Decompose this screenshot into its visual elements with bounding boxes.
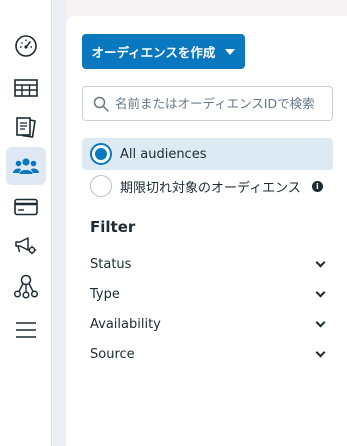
radio-expired-audiences[interactable] — [90, 175, 112, 197]
nav-pages[interactable] — [6, 108, 46, 146]
chevron-down-icon — [315, 287, 326, 297]
option-all-audiences-label: All audiences — [120, 146, 207, 162]
nav-ads-settings[interactable] — [6, 227, 46, 265]
top-strip — [66, 0, 347, 16]
filter-heading: Filter — [90, 218, 136, 236]
info-icon[interactable]: i — [311, 180, 323, 192]
nav-network[interactable] — [6, 267, 46, 305]
filter-row-source[interactable]: Source — [90, 343, 328, 365]
nav-more[interactable] — [6, 311, 46, 349]
nav-audiences[interactable] — [6, 147, 46, 185]
nav-dashboard[interactable] — [6, 27, 46, 65]
radio-all-audiences[interactable] — [90, 143, 112, 165]
option-expired-audiences[interactable]: 期限切れ対象のオーディエンス i — [82, 170, 333, 202]
megaphone-settings-icon — [15, 237, 37, 255]
create-audience-label: オーディエンスを作成 — [91, 45, 216, 60]
search-input[interactable] — [115, 96, 325, 111]
pages-stack-icon — [16, 117, 36, 138]
chevron-down-icon — [315, 257, 326, 267]
filter-row-type[interactable]: Type — [90, 283, 328, 305]
option-all-audiences[interactable]: All audiences — [82, 138, 333, 170]
nav-table[interactable] — [6, 69, 46, 107]
filter-row-label: Source — [90, 346, 135, 362]
audience-people-icon — [13, 158, 39, 174]
panel-gutter — [53, 0, 67, 446]
chevron-down-icon — [225, 48, 236, 55]
search-icon — [93, 96, 109, 112]
nav-billing[interactable] — [6, 188, 46, 226]
filter-row-label: Type — [90, 286, 120, 302]
audience-panel: オーディエンスを作成 All audiences 期限切れ対象のオーディエンス … — [66, 16, 347, 446]
search-box[interactable] — [82, 86, 333, 121]
filter-row-status[interactable]: Status — [90, 253, 328, 275]
chevron-down-icon — [315, 347, 326, 357]
create-audience-button[interactable]: オーディエンスを作成 — [82, 34, 245, 69]
filter-row-label: Status — [90, 256, 132, 272]
credit-card-icon — [14, 198, 38, 216]
nav-rail — [0, 0, 52, 446]
filter-row-label: Availability — [90, 316, 161, 332]
table-grid-icon — [14, 79, 38, 97]
chevron-down-icon — [315, 317, 326, 327]
option-expired-audiences-label: 期限切れ対象のオーディエンス — [120, 180, 301, 196]
dashboard-gauge-icon — [15, 35, 37, 57]
network-nodes-icon — [13, 274, 39, 299]
hamburger-menu-icon — [16, 322, 36, 338]
filter-row-availability[interactable]: Availability — [90, 313, 328, 335]
